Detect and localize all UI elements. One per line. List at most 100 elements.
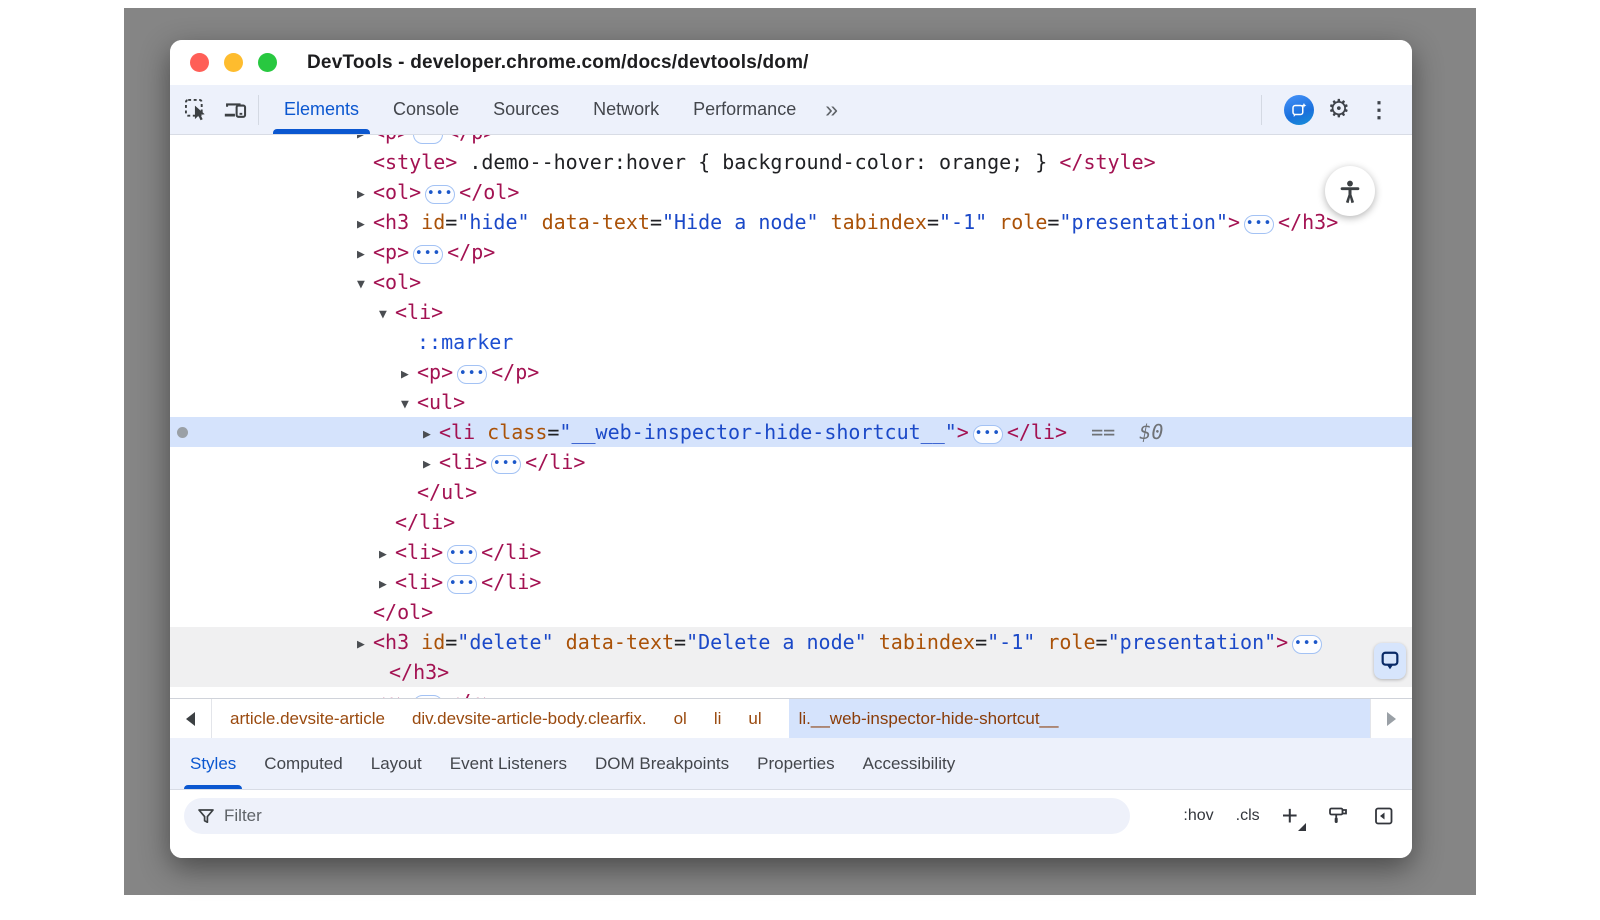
tree-expand-arrow-icon[interactable]: ▶ — [401, 360, 417, 390]
ai-assistance-icon[interactable] — [1284, 95, 1314, 125]
tab-properties[interactable]: Properties — [743, 738, 848, 789]
dom-node-row[interactable]: <style> .demo--hover:hover { background-… — [170, 147, 1412, 177]
tab-computed[interactable]: Computed — [250, 738, 356, 789]
dom-token: ::marker — [417, 330, 513, 354]
breadcrumb-scroll-left-button[interactable] — [170, 699, 212, 738]
ellipsis-expand-pill[interactable]: ••• — [413, 245, 443, 264]
dom-node-row[interactable]: </ul> — [170, 477, 1412, 507]
styles-toolbar: :hov .cls + — [170, 790, 1412, 858]
tab-event-listeners[interactable]: Event Listeners — [436, 738, 581, 789]
dom-node-row[interactable]: ▶<p>•••</p> — [170, 237, 1412, 267]
ellipsis-expand-pill[interactable]: ••• — [457, 365, 487, 384]
dom-node-row[interactable]: ▶<li>•••</li> — [170, 537, 1412, 567]
toggle-sidebar-icon[interactable] — [1372, 804, 1396, 828]
breadcrumb-item[interactable]: div.devsite-article-body.clearfix. — [412, 709, 647, 729]
dom-token: <p> — [373, 135, 409, 144]
tree-expand-arrow-icon[interactable]: ▶ — [357, 630, 373, 660]
dom-node-row[interactable]: ▶<h3 id="delete" data-text="Delete a nod… — [170, 627, 1412, 657]
breadcrumb-item[interactable]: ol — [674, 709, 687, 729]
inspect-element-icon[interactable] — [180, 95, 210, 125]
dom-node-row[interactable]: ▶<li>•••</li> — [170, 447, 1412, 477]
dom-node-row[interactable]: ▶<p>•••</p> — [170, 135, 1412, 147]
tab-accessibility[interactable]: Accessibility — [849, 738, 970, 789]
breadcrumb-item[interactable]: li.__web-inspector-hide-shortcut__ — [789, 699, 1370, 738]
dom-token: = — [1096, 630, 1108, 654]
dom-token: = — [674, 630, 686, 654]
breadcrumb-bar: article.devsite-article div.devsite-artic… — [170, 698, 1412, 738]
breadcrumb-item[interactable]: ul — [748, 709, 761, 729]
dom-token: tabindex — [819, 210, 927, 234]
tab-styles[interactable]: Styles — [176, 738, 250, 789]
toggle-element-state-button[interactable]: :hov — [1183, 807, 1213, 825]
filter-funnel-icon — [196, 806, 216, 826]
dom-node-row[interactable]: ▼<ol> — [170, 267, 1412, 297]
paint-roller-icon[interactable] — [1326, 804, 1350, 828]
dom-node-row[interactable]: ▶<li>•••</li> — [170, 567, 1412, 597]
ask-ai-node-badge[interactable] — [1374, 643, 1406, 679]
ellipsis-expand-pill[interactable]: ••• — [413, 135, 443, 144]
dom-node-row[interactable]: </li> — [170, 507, 1412, 537]
tree-expand-arrow-icon[interactable]: ▶ — [357, 210, 373, 240]
tab-performance[interactable]: Performance — [676, 85, 813, 134]
dom-token: <li> — [439, 450, 487, 474]
more-tabs-icon[interactable]: » — [813, 96, 848, 123]
ellipsis-expand-pill[interactable]: ••• — [1292, 635, 1322, 654]
ellipsis-expand-pill[interactable]: ••• — [447, 545, 477, 564]
dom-token: </style> — [1059, 150, 1155, 174]
dom-token: data-text — [554, 630, 674, 654]
tree-expand-arrow-icon[interactable]: ▶ — [423, 420, 439, 450]
tab-dom-breakpoints[interactable]: DOM Breakpoints — [581, 738, 743, 789]
ellipsis-expand-pill[interactable]: ••• — [425, 185, 455, 204]
active-tab-underline — [273, 129, 370, 134]
tab-network[interactable]: Network — [576, 85, 676, 134]
kebab-menu-icon[interactable]: ⋮ — [1364, 97, 1394, 123]
close-window-button[interactable] — [190, 53, 209, 72]
tab-layout[interactable]: Layout — [357, 738, 436, 789]
tree-expand-arrow-icon[interactable]: ▼ — [379, 300, 395, 330]
dom-node-row[interactable]: ▶<li class="__web-inspector-hide-shortcu… — [170, 417, 1412, 447]
tree-expand-arrow-icon[interactable]: ▶ — [357, 240, 373, 270]
tab-sources[interactable]: Sources — [476, 85, 576, 134]
tree-expand-arrow-icon[interactable]: ▼ — [401, 390, 417, 420]
tree-expand-arrow-icon[interactable]: ▶ — [357, 690, 373, 698]
ellipsis-expand-pill[interactable]: ••• — [491, 455, 521, 474]
dom-node-row[interactable]: </ol> — [170, 597, 1412, 627]
settings-gear-icon[interactable]: ⚙ — [1328, 97, 1350, 122]
breadcrumb-list: article.devsite-article div.devsite-artic… — [212, 699, 1370, 738]
styles-filter-input[interactable] — [224, 806, 1118, 826]
dom-node-row[interactable]: ▼<ul> — [170, 387, 1412, 417]
tab-elements[interactable]: Elements — [267, 85, 376, 134]
tree-expand-arrow-icon[interactable]: ▶ — [357, 180, 373, 210]
dom-token: = — [445, 210, 457, 234]
dom-node-row[interactable]: ▶<p>•••</p> — [170, 357, 1412, 387]
page-accessibility-overlay-button[interactable] — [1325, 166, 1375, 216]
dom-node-row[interactable]: ▶<p>•••</p> — [170, 687, 1412, 698]
dom-token: <li> — [395, 570, 443, 594]
tree-expand-arrow-icon[interactable]: ▶ — [379, 570, 395, 600]
dom-node-row[interactable]: </h3> — [170, 657, 1412, 687]
tree-expand-arrow-icon[interactable]: ▶ — [379, 540, 395, 570]
tree-expand-arrow-icon[interactable]: ▶ — [423, 450, 439, 480]
ellipsis-expand-pill[interactable]: ••• — [973, 425, 1003, 444]
dom-token: </ul> — [417, 480, 477, 504]
ellipsis-expand-pill[interactable]: ••• — [1244, 215, 1274, 234]
dom-node-row[interactable]: ▶<h3 id="hide" data-text="Hide a node" t… — [170, 207, 1412, 237]
element-classes-button[interactable]: .cls — [1236, 807, 1260, 825]
minimize-window-button[interactable] — [224, 53, 243, 72]
dom-node-row[interactable]: ▶<ol>•••</ol> — [170, 177, 1412, 207]
ellipsis-expand-pill[interactable]: ••• — [447, 575, 477, 594]
device-toolbar-icon[interactable] — [220, 95, 250, 125]
new-style-rule-button[interactable]: + — [1282, 802, 1304, 830]
tab-console[interactable]: Console — [376, 85, 476, 134]
breadcrumb-scroll-right-button[interactable] — [1370, 699, 1412, 738]
dom-token: id — [409, 210, 445, 234]
breadcrumb-item[interactable]: article.devsite-article — [230, 709, 385, 729]
dom-token: "presentation" — [1059, 210, 1228, 234]
dom-node-row[interactable]: ▼<li> — [170, 297, 1412, 327]
zoom-window-button[interactable] — [258, 53, 277, 72]
breadcrumb-item[interactable]: li — [714, 709, 722, 729]
dom-token: <li> — [395, 300, 443, 324]
dom-node-row[interactable]: ::marker — [170, 327, 1412, 357]
toolbar-right-divider — [1261, 95, 1262, 125]
tree-expand-arrow-icon[interactable]: ▼ — [357, 270, 373, 300]
